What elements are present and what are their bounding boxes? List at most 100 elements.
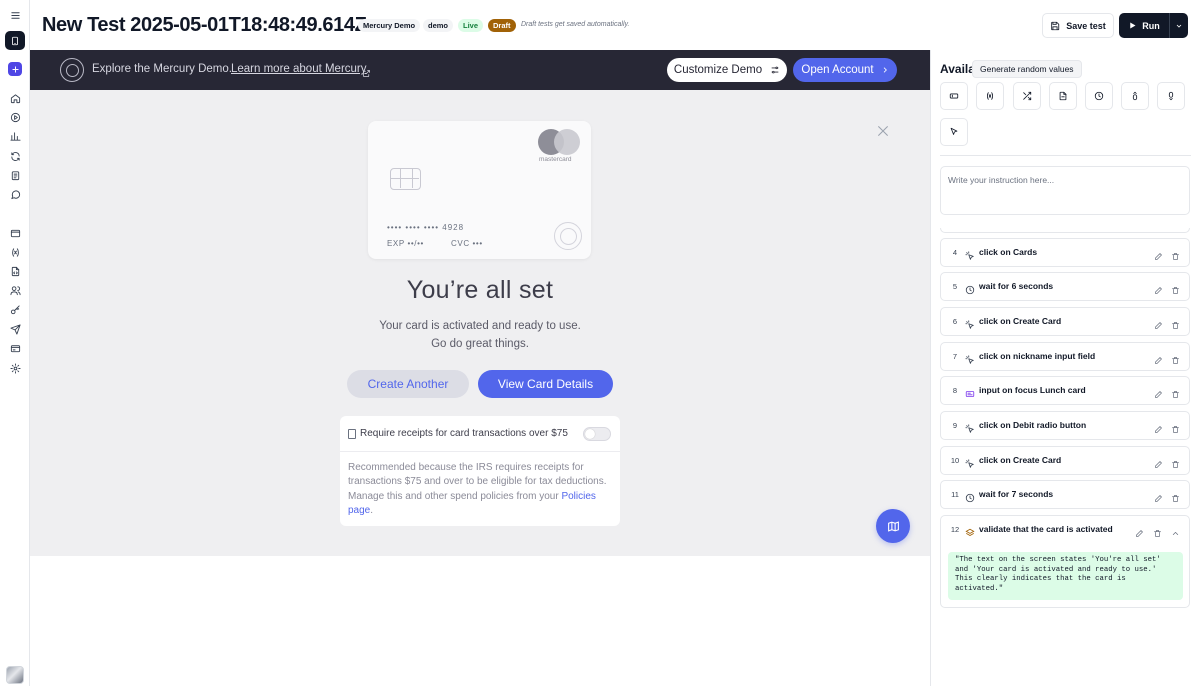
open-account-button[interactable]: Open Account <box>793 58 897 82</box>
open-account-label: Open Account <box>801 64 874 76</box>
step-text: validate that the card is activated <box>979 524 1113 534</box>
chevron-right-icon <box>883 67 887 73</box>
edit-icon[interactable] <box>1154 490 1164 502</box>
page-title[interactable]: New Test 2025-05-01T18:48:49.614Z <box>42 14 367 37</box>
trash-icon[interactable] <box>1171 421 1181 433</box>
step-text: wait for 7 seconds <box>979 489 1054 499</box>
input-box-icon[interactable] <box>940 82 968 110</box>
step-row[interactable]: 11 wait for 7 seconds <box>940 480 1190 509</box>
run-label: Run <box>1142 20 1160 31</box>
edit-icon[interactable] <box>1154 386 1164 398</box>
edit-icon[interactable] <box>1154 456 1164 468</box>
instruction-input[interactable] <box>940 166 1190 215</box>
require-receipts-toggle[interactable] <box>583 427 611 441</box>
available-actions-heading: Availa <box>940 62 975 76</box>
step-number: 6 <box>952 317 958 326</box>
menu-icon[interactable] <box>7 7 23 23</box>
learn-more-link[interactable]: Learn more about Mercury <box>231 63 367 75</box>
mastercard-logo-icon <box>538 129 583 155</box>
chevron-up-icon[interactable] <box>1171 525 1181 535</box>
customize-demo-label: Customize Demo <box>673 64 763 76</box>
step-row[interactable]: 9 click on Debit radio button <box>940 411 1190 440</box>
chat-icon[interactable] <box>7 186 23 202</box>
edit-icon[interactable] <box>1154 421 1164 433</box>
users-icon[interactable] <box>7 282 23 298</box>
new-test-plus-icon[interactable] <box>8 62 22 76</box>
trash-icon[interactable] <box>1171 248 1181 260</box>
step-number: 8 <box>952 386 958 395</box>
shuffle-icon[interactable] <box>1013 82 1041 110</box>
refresh-icon[interactable] <box>7 148 23 164</box>
credit-card-icon[interactable] <box>7 340 23 356</box>
key-icon[interactable] <box>7 302 23 318</box>
trash-icon[interactable] <box>1171 352 1181 364</box>
test-header: New Test 2025-05-01T18:48:49.614Z Mercur… <box>30 0 1200 50</box>
scroll-down-icon[interactable] <box>1157 82 1185 110</box>
settings-gear-icon[interactable] <box>7 360 23 376</box>
clock-icon <box>965 282 975 295</box>
autosave-note: Draft tests get saved automatically. <box>521 21 630 28</box>
create-another-button[interactable]: Create Another <box>347 370 469 398</box>
play-circle-icon[interactable] <box>7 109 23 125</box>
home-icon[interactable] <box>7 90 23 106</box>
validate-step-row[interactable]: 12 validate that the card is activated "… <box>940 515 1190 608</box>
test-steps-panel: Availa Generate random values 4 click on… <box>930 50 1200 686</box>
edit-icon[interactable] <box>1154 248 1164 260</box>
card-seal-icon <box>554 222 582 250</box>
sliders-icon <box>771 66 779 74</box>
variable-icon[interactable] <box>976 82 1004 110</box>
click-icon <box>965 248 975 260</box>
clock-icon[interactable] <box>1085 82 1113 110</box>
edit-icon[interactable] <box>1135 525 1145 537</box>
edit-icon[interactable] <box>1154 352 1164 364</box>
save-test-button[interactable]: Save test <box>1042 13 1114 38</box>
cursor-icon[interactable] <box>940 118 968 146</box>
edit-icon[interactable] <box>1154 282 1164 294</box>
user-avatar[interactable] <box>6 666 24 684</box>
debit-card-visual: mastercard •••• •••• •••• 4928 EXP ••/••… <box>368 121 591 259</box>
card-expiry: EXP ••/•• <box>387 239 424 248</box>
browser-window-icon[interactable] <box>7 225 23 241</box>
file-icon[interactable] <box>1049 82 1077 110</box>
step-row[interactable]: 4 click on Cards <box>940 238 1190 267</box>
trash-icon[interactable] <box>1171 317 1181 329</box>
bar-chart-icon[interactable] <box>7 128 23 144</box>
external-link-icon[interactable] <box>362 65 371 77</box>
step-row[interactable]: 8 input on focus Lunch card <box>940 376 1190 405</box>
scroll-up-icon[interactable] <box>1121 82 1149 110</box>
step-text: click on Create Card <box>979 455 1062 465</box>
trash-icon[interactable] <box>1171 456 1181 468</box>
step-number: 7 <box>952 352 958 361</box>
map-icon <box>887 520 899 532</box>
tag-demo: demo <box>423 19 454 32</box>
trash-icon[interactable] <box>1171 282 1181 294</box>
step-row[interactable]: 10 click on Create Card <box>940 446 1190 475</box>
trash-icon[interactable] <box>1171 490 1181 502</box>
mercury-logo-icon <box>60 58 84 82</box>
send-icon[interactable] <box>7 321 23 337</box>
step-row[interactable]: 5 wait for 6 seconds <box>940 272 1190 301</box>
panel-divider <box>940 155 1191 156</box>
save-test-label: Save test <box>1066 20 1106 31</box>
success-message-line1: Your card is activated and ready to use. <box>379 320 581 332</box>
trash-icon[interactable] <box>1153 525 1163 537</box>
step-row[interactable]: 6 click on Create Card <box>940 307 1190 336</box>
clipboard-icon[interactable] <box>7 167 23 183</box>
view-card-details-button[interactable]: View Card Details <box>478 370 613 398</box>
step-row[interactable]: 7 click on nickname input field <box>940 342 1190 371</box>
guide-map-button[interactable] <box>876 509 910 543</box>
mobile-app-icon[interactable] <box>5 31 25 50</box>
tag-mercury-demo: Mercury Demo <box>358 19 421 32</box>
live-status-badge: Live <box>458 19 484 32</box>
variable-icon[interactable] <box>7 244 23 260</box>
edit-icon[interactable] <box>1154 317 1164 329</box>
file-code-icon[interactable] <box>7 263 23 279</box>
close-icon[interactable] <box>875 123 891 139</box>
customize-demo-button[interactable]: Customize Demo <box>667 58 787 82</box>
run-options-dropdown[interactable] <box>1169 13 1188 38</box>
run-button[interactable]: Run <box>1119 13 1169 38</box>
receipts-description: Recommended because the IRS requires rec… <box>348 461 614 518</box>
step-text: click on Create Card <box>979 316 1062 326</box>
card-brand-text: mastercard <box>539 156 572 163</box>
trash-icon[interactable] <box>1171 386 1181 398</box>
